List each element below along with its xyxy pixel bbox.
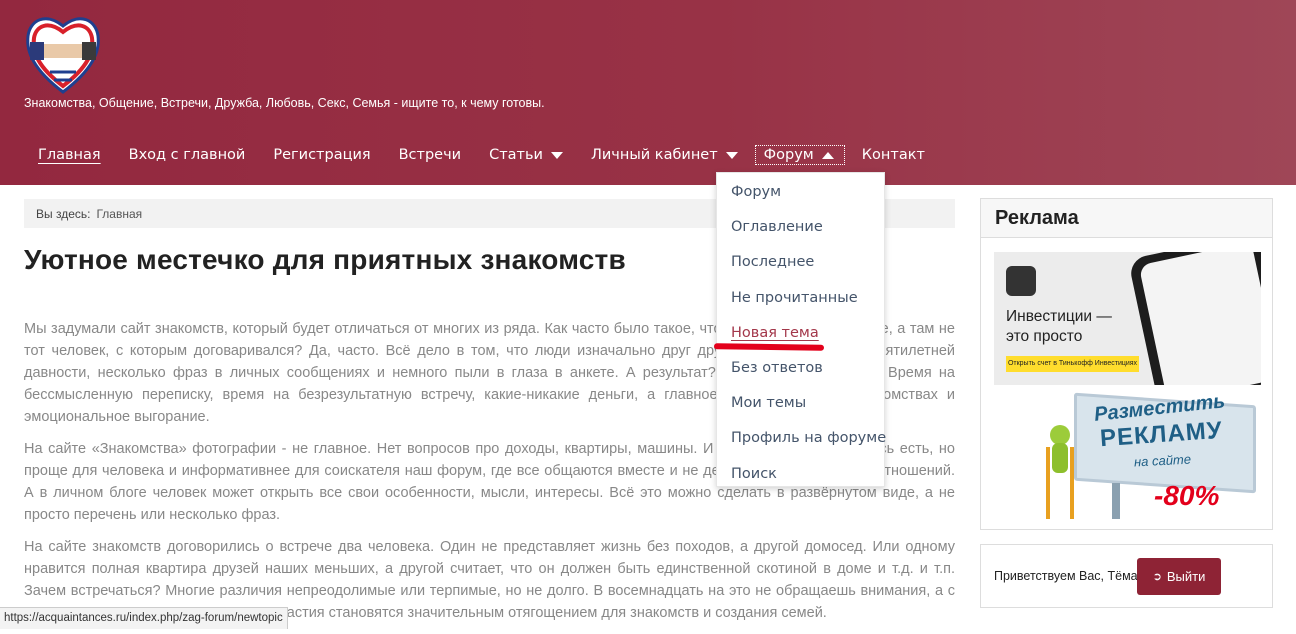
sign-out-icon: ➲ [1152,571,1162,583]
site-tagline: Знакомства, Общение, Встречи, Дружба, Лю… [24,96,545,110]
site-header: Знакомства, Общение, Встречи, Дружба, Лю… [0,0,1296,185]
nav-item-home[interactable]: Главная [24,140,115,170]
app-icon [1006,266,1036,296]
nav-item-forum[interactable]: Форум [750,140,850,170]
nav-item-meetings[interactable]: Встречи [385,140,475,170]
sidebar-ad-module: Реклама Инвестиции — это просто Открыть … [980,198,1273,530]
menu-item-index[interactable]: Оглавление [717,210,884,245]
discount-text: -80% [1154,480,1220,511]
nav-label: Форум [763,147,814,163]
banner-open-account-button: Открыть счет в Тинькофф Инвестициях [1006,356,1139,372]
caret-down-icon [725,151,738,159]
banner-line: Инвестиции — [1006,308,1112,325]
nav-label: Статьи [489,147,543,163]
logout-label: Выйти [1166,569,1206,584]
nav-label: Регистрация [273,147,371,163]
billboard-post [1112,483,1120,519]
caret-up-icon [821,151,834,159]
main-nav: Главная Вход с главной Регистрация Встре… [24,140,939,170]
menu-item-unanswered[interactable]: Без ответов [717,351,884,386]
breadcrumb-current: Главная [96,206,143,221]
nav-item-account[interactable]: Личный кабинет [577,140,752,170]
place-ad-banner[interactable]: Разместить РЕКЛАМУ на сайте -80% [994,387,1261,519]
ad-module-title: Реклама [981,199,1272,238]
menu-item-latest[interactable]: Последнее [717,245,884,280]
investment-banner[interactable]: Инвестиции — это просто Открыть счет в Т… [994,252,1261,385]
banner-text: на сайте [1133,451,1192,470]
menu-item-forum-profile[interactable]: Профиль на форуме [717,421,886,456]
greeting-text: Приветствуем Вас, Тёма [994,569,1138,583]
menu-item-forum[interactable]: Форум [717,175,884,210]
painter-head-image [1050,425,1070,445]
page-title: Уютное местечко для приятных знакомств [24,244,626,275]
breadcrumb-prefix: Вы здесь: [36,206,91,221]
forum-dropdown-menu: Форум Оглавление Последнее Не прочитанны… [716,172,886,487]
nav-label: Контакт [861,147,925,163]
menu-item-search[interactable]: Поиск [717,457,884,492]
nav-label: Личный кабинет [590,147,718,163]
nav-label: Главная [38,147,101,163]
banner-line: это просто [1006,328,1083,345]
painter-body-image [1052,443,1068,473]
nav-label: Встречи [398,147,462,163]
nav-item-login[interactable]: Вход с главной [115,140,260,170]
nav-item-articles[interactable]: Статьи [475,140,577,170]
nav-label: Вход с главной [128,147,246,163]
nav-item-contact[interactable]: Контакт [848,140,939,170]
nav-item-register[interactable]: Регистрация [259,140,384,170]
menu-item-unread[interactable]: Не прочитанные [717,281,884,316]
banner-headline: Инвестиции — это просто [1006,307,1112,347]
user-greeting-module: Приветствуем Вас, Тёма ➲ Выйти [980,544,1273,608]
logout-button[interactable]: ➲ Выйти [1137,558,1221,595]
site-logo[interactable] [24,10,102,96]
menu-item-my-topics[interactable]: Мои темы [717,386,884,421]
browser-status-bar: https://acquaintances.ru/index.php/zag-f… [0,607,288,629]
caret-down-icon [550,151,563,159]
